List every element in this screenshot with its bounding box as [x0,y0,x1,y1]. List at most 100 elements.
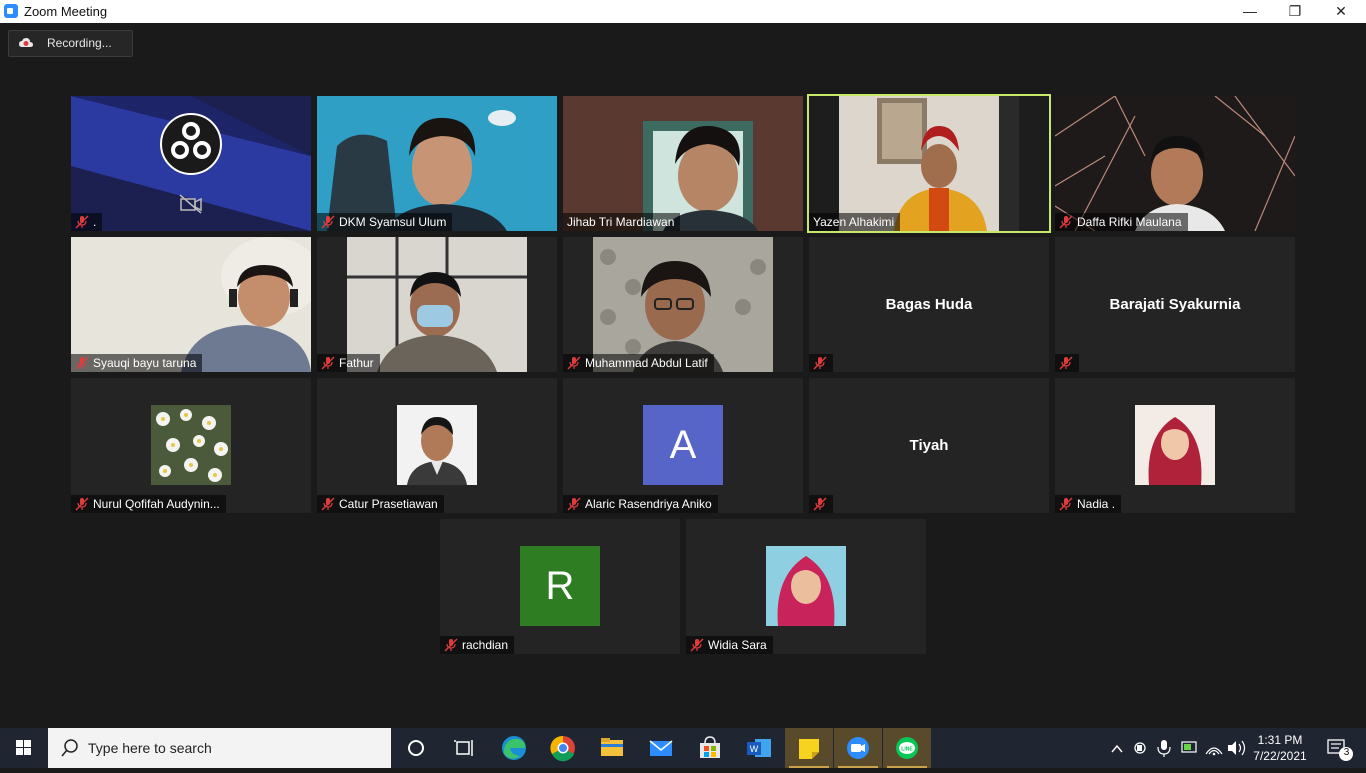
mic-muted-icon [1059,215,1073,229]
participant-tile[interactable]: Syauqi bayu taruna [71,237,311,372]
participant-tile[interactable]: Barajati Syakurnia [1055,237,1295,372]
participant-tile[interactable]: Bagas Huda [809,237,1049,372]
taskbar-search-box[interactable]: Type here to search [48,728,391,768]
mic-muted-icon [75,497,89,511]
participant-tile[interactable]: Catur Prasetiawan [317,378,557,513]
mail-button[interactable] [637,728,685,768]
action-center-button[interactable]: 3 [1318,728,1366,768]
zoom-button[interactable] [834,728,882,768]
mic-muted-icon [321,497,335,511]
video-off-icon [179,194,202,214]
mic-muted-icon [813,497,827,511]
participant-tile[interactable]: Tiyah [809,378,1049,513]
profile-photo [766,546,846,626]
participant-name: Nurul Qofifah Audynin... [93,497,220,511]
taskbar-clock[interactable]: 1:31 PM 7/22/2021 [1252,732,1308,764]
mic-muted-icon [321,356,335,370]
participant-name-tag: Fathur [317,354,380,372]
mic-muted-icon [1059,497,1073,511]
chevron-up-icon [1111,744,1123,753]
chrome-button[interactable] [539,728,587,768]
mic-muted-icon [567,497,581,511]
cortana-button[interactable] [392,728,440,768]
clock-date: 7/22/2021 [1253,749,1307,763]
participant-name-tag: Muhammad Abdul Latif [563,354,714,372]
participant-name: DKM Syamsul Ulum [339,215,447,229]
sticky-notes-button[interactable] [785,728,833,768]
participant-name-tag [809,354,833,372]
participant-name-tag: DKM Syamsul Ulum [317,213,453,231]
participant-name-tag: Nadia . [1055,495,1122,513]
participant-name: Catur Prasetiawan [339,497,438,511]
chrome-icon [550,735,575,762]
line-button[interactable]: LINE [883,728,931,768]
participant-tile[interactable]: Nurul Qofifah Audynin... [71,378,311,513]
windows-taskbar: Type here to search W LINE 1:31 PM 7/22/… [0,728,1366,768]
participant-tile[interactable]: . [71,96,311,231]
participant-tile[interactable]: R rachdian [440,519,680,654]
participant-name: Nadia . [1077,497,1116,511]
participant-name-tag: Nurul Qofifah Audynin... [71,495,226,513]
profile-photo [397,405,477,485]
minimize-button[interactable]: — [1227,0,1273,23]
recording-label: Recording... [47,36,112,50]
close-button[interactable]: ✕ [1318,0,1364,23]
task-view-button[interactable] [440,728,488,768]
participant-name-tag: Daffa Rifki Maulana [1055,213,1188,231]
mic-muted-icon [690,638,704,652]
notification-count: 3 [1343,747,1350,758]
participant-name: Jihab Tri Mardiawan [567,215,675,229]
participant-tile[interactable]: Fathur [317,237,557,372]
participant-video [809,96,1049,231]
participant-name: Daffa Rifki Maulana [1077,215,1182,229]
mic-muted-icon [75,215,89,229]
system-tray-icons [1111,740,1246,757]
svg-text:LINE: LINE [901,747,913,753]
recording-indicator[interactable]: Recording... [8,30,133,57]
clock-time: 1:31 PM [1257,733,1303,747]
participant-name-tag: Catur Prasetiawan [317,495,444,513]
participant-name: rachdian [462,638,509,652]
participant-name: Syauqi bayu taruna [93,356,197,370]
mail-icon [649,740,673,756]
participant-tile[interactable]: Jihab Tri Mardiawan [563,96,803,231]
participant-name-tag: Yazen Alhakimi [809,213,901,231]
participant-name: Muhammad Abdul Latif [585,356,708,370]
cortana-icon [408,740,424,756]
participant-video [317,96,557,231]
participant-name: Alaric Rasendriya Aniko [585,497,712,511]
participant-video [71,237,311,372]
participant-name-tag: . [71,213,103,231]
participant-tile[interactable]: Nadia . [1055,378,1295,513]
participant-tile[interactable]: DKM Syamsul Ulum [317,96,557,231]
mic-muted-icon [75,356,89,370]
participant-tile[interactable]: A Alaric Rasendriya Aniko [563,378,803,513]
participant-name-tag: Syauqi bayu taruna [71,354,203,372]
search-placeholder: Type here to search [88,740,212,756]
participant-display-name: Barajati Syakurnia [1109,296,1241,313]
recording-cloud-icon [19,38,33,47]
edge-button[interactable] [490,728,538,768]
restore-button[interactable]: ❐ [1272,0,1318,23]
participant-tile[interactable]: Muhammad Abdul Latif [563,237,803,372]
line-icon: LINE [896,737,918,759]
participant-name: Fathur [339,356,374,370]
windows-start-icon [16,740,31,755]
word-button[interactable]: W [735,728,783,768]
obs-logo-icon [160,113,222,175]
participant-name: Yazen Alhakimi [813,215,895,229]
participant-tile-active-speaker[interactable]: Yazen Alhakimi [807,94,1051,233]
participant-tile[interactable]: Widia Sara [686,519,926,654]
mic-muted-icon [1059,356,1073,370]
participant-name-tag [1055,354,1079,372]
participant-tile[interactable]: Daffa Rifki Maulana [1055,96,1295,231]
mic-muted-icon [444,638,458,652]
windows-start-button[interactable] [0,728,48,768]
profile-photo [1135,405,1215,485]
participant-name-tag: Jihab Tri Mardiawan [563,213,681,231]
mic-muted-icon [567,356,581,370]
participant-video [563,96,803,231]
file-explorer-button[interactable] [588,728,636,768]
participant-video [563,237,803,372]
store-button[interactable] [686,728,734,768]
